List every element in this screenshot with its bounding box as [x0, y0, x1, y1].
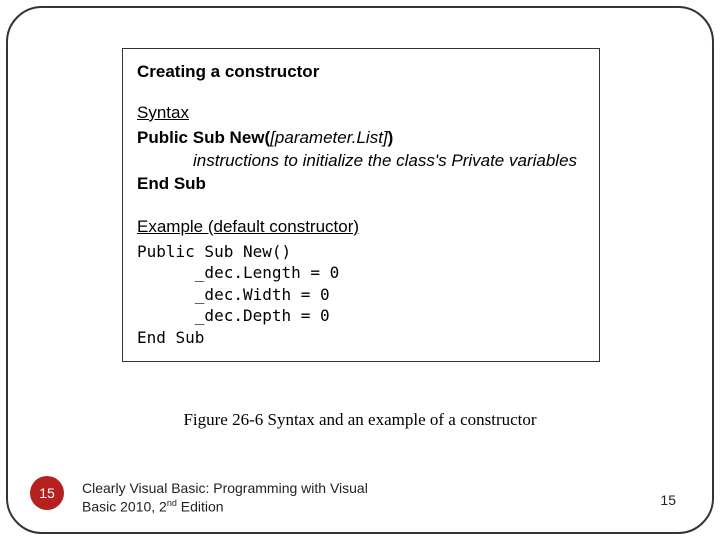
slide-number-badge: 15 [30, 476, 64, 510]
figure-caption: Figure 26-6 Syntax and an example of a c… [0, 410, 720, 430]
figure-box: Creating a constructor Syntax Public Sub… [122, 48, 600, 362]
footer-line2a: Basic 2010, 2 [82, 499, 167, 515]
footer-sup: nd [167, 498, 177, 508]
syntax-body: instructions to initialize the class's P… [137, 150, 585, 173]
example-code: Public Sub New() _dec.Length = 0 _dec.Wi… [137, 241, 585, 349]
syntax-heading: Syntax [137, 102, 585, 125]
figure-title: Creating a constructor [137, 61, 585, 84]
footer-line2c: Edition [177, 499, 224, 515]
code-line-3: _dec.Width = 0 [137, 285, 330, 304]
example-heading: Example (default constructor) [137, 216, 585, 239]
syntax-end: End Sub [137, 173, 585, 196]
sig-suffix: ) [388, 128, 394, 147]
page-number: 15 [660, 492, 676, 508]
syntax-instructions: instructions to initialize the class's P… [137, 150, 577, 173]
footer-line1: Clearly Visual Basic: Programming with V… [82, 480, 368, 496]
footer-text: Clearly Visual Basic: Programming with V… [82, 480, 412, 516]
code-line-2: _dec.Length = 0 [137, 263, 339, 282]
syntax-signature: Public Sub New([parameter.List]) [137, 127, 585, 150]
code-line-1: Public Sub New() [137, 242, 291, 261]
sig-prefix: Public Sub New( [137, 128, 270, 147]
code-line-5: End Sub [137, 328, 204, 347]
sig-param: [parameter.List] [270, 128, 387, 147]
code-line-4: _dec.Depth = 0 [137, 306, 330, 325]
